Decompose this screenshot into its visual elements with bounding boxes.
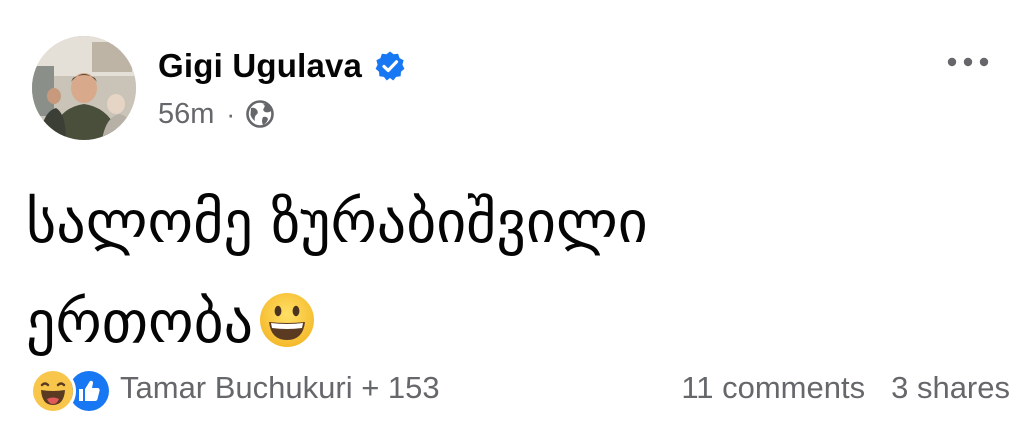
post-footer: Tamar Buchukuri + 153 11 comments 3 shar…	[30, 364, 1010, 414]
comments-count[interactable]: 11 comments	[681, 370, 865, 406]
post-text-line-1: სალომე ზურაბიშვილი	[26, 188, 648, 256]
more-horizontal-icon	[947, 57, 989, 67]
globe-icon[interactable]	[245, 99, 275, 129]
meta-separator: ·	[226, 98, 236, 129]
post-stats: 11 comments 3 shares	[681, 370, 1010, 406]
post-timestamp[interactable]: 56m	[158, 98, 214, 131]
reactions-summary[interactable]	[30, 366, 116, 414]
post-meta: 56m ·	[158, 94, 275, 134]
post-text-line-2: ერთობა	[26, 272, 926, 372]
more-options-button[interactable]	[944, 52, 992, 72]
verified-badge-icon	[374, 50, 406, 82]
author-row: Gigi Ugulava	[158, 44, 406, 88]
post-text-line-2-text: ერთობა	[26, 288, 254, 356]
author-avatar[interactable]	[32, 36, 136, 140]
grinning-face-emoji-icon	[257, 280, 317, 347]
haha-reaction-icon	[30, 368, 76, 414]
shares-count[interactable]: 3 shares	[891, 370, 1010, 406]
post-text: სალომე ზურაბიშვილი ერთობა	[26, 172, 926, 372]
facebook-post: Gigi Ugulava 56m · სალომე ზურაბიშვილი ერ…	[0, 0, 1024, 433]
avatar-photo	[32, 36, 136, 140]
author-name[interactable]: Gigi Ugulava	[158, 47, 362, 85]
reactors-text[interactable]: Tamar Buchukuri + 153	[120, 370, 440, 406]
